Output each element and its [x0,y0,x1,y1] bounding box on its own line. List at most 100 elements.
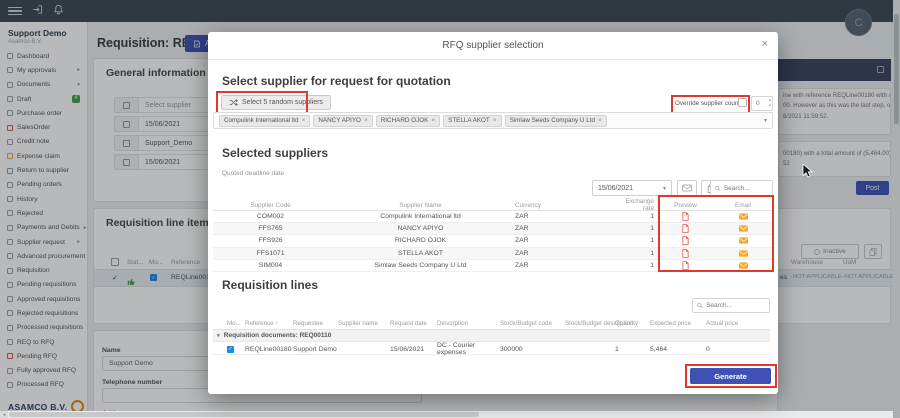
pdf-preview-icon[interactable] [658,236,713,245]
selected-suppliers-table: Supplier Code Supplier Name Currency Exc… [213,198,773,272]
line-expected-price: 5,464 [650,346,706,353]
remove-icon[interactable]: × [493,117,497,124]
currency: ZAR [513,225,613,232]
deadline-date-select[interactable]: 15/06/2021 ▾ [592,180,672,196]
override-checkbox[interactable] [738,98,747,107]
group-row[interactable]: ▾ Requisition documents: REQ00110 [213,330,770,342]
supplier-row[interactable]: FFS765 NANCY APIYO ZAR 1 [213,223,773,235]
column-header-sorted[interactable]: Reference ↑ [245,320,293,327]
remove-icon[interactable]: × [302,117,306,124]
supplier-name: NANCY APIYO [328,225,513,232]
supplier-row[interactable]: FFS926 RICHARD OJOK ZAR 1 [213,235,773,247]
line-reference: REQLine00180 [245,346,293,353]
line-quantity: 1 [615,346,650,353]
screen: C Support Demo Asamco B.V. Dashboard My … [0,0,900,418]
generate-button[interactable]: Generate [690,368,771,384]
scrollbar-thumb[interactable] [9,412,479,417]
email-all-button[interactable] [677,180,697,196]
lines-search-input[interactable] [706,302,765,309]
chip-label: Compulink International ltd [224,117,299,124]
email-icon[interactable] [713,213,773,220]
supplier-code: SIM004 [213,262,328,269]
supplier-code: FFS1071 [213,250,328,257]
exchange-rate: 1 [613,250,658,257]
collapse-icon[interactable]: ▾ [217,333,220,339]
email-icon[interactable] [713,237,773,244]
exchange-rate: 1 [613,237,658,244]
supplier-row[interactable]: COM002 Compulink International ltd ZAR 1 [213,211,773,223]
table-header-row: Supplier Code Supplier Name Currency Exc… [213,198,773,211]
column-header: Supplier name [338,320,390,327]
lines-search[interactable] [692,298,770,313]
pdf-preview-icon[interactable] [658,212,713,221]
supplier-name: Simlaw Seeds Company U Ltd [328,262,513,269]
chip-label: Simlaw Seeds Company U Ltd [510,117,595,124]
shuffle-icon [229,98,238,107]
close-icon[interactable]: × [762,38,768,50]
deadline-label: Quoted deadline date [222,170,284,177]
column-header: Mo... [227,320,245,327]
group-label: Requisition documents: REQ00110 [224,332,332,339]
horizontal-scrollbar[interactable]: ◂ [0,411,893,418]
column-header: Requestee [293,320,338,327]
column-header: Exchange rate [613,198,658,212]
remove-icon[interactable]: × [431,117,435,124]
suppliers-search[interactable] [710,180,773,196]
pdf-preview-icon[interactable] [658,249,713,258]
line-description: DC - Courier expenses [437,342,500,356]
email-icon[interactable] [713,250,773,257]
column-header: Stock/Budget description [565,320,615,327]
supplier-row[interactable]: SIM004 Simlaw Seeds Company U Ltd ZAR 1 [213,260,773,272]
supplier-name: STELLA AKOT [328,250,513,257]
supplier-code: FFS926 [213,237,328,244]
dialog-header: RFQ supplier selection × [208,32,778,60]
exchange-rate: 1 [613,213,658,220]
dialog-title: RFQ supplier selection [208,32,778,60]
exchange-rate: 1 [613,225,658,232]
scroll-left-arrow[interactable]: ◂ [0,411,8,418]
supplier-name: Compulink International ltd [328,213,513,220]
section-title-select-supplier: Select supplier for request for quotatio… [222,74,451,88]
exchange-rate: 1 [613,262,658,269]
supplier-chip: Simlaw Seeds Company U Ltd× [505,115,607,127]
search-icon [697,302,703,309]
column-header: Actual price [706,320,770,327]
search-icon [715,185,721,192]
column-header: Email [713,202,773,209]
supplier-row[interactable]: FFS1071 STELLA AKOT ZAR 1 [213,248,773,260]
chip-label: STELLA AKOT [448,117,490,124]
pdf-preview-icon[interactable] [658,224,713,233]
requisition-line-row[interactable]: ✓ REQLine00180 Support Demo 15/06/2021 D… [213,342,770,355]
override-count-value: 0 [756,100,760,107]
currency: ZAR [513,237,613,244]
deadline-date-value: 15/06/2021 [598,185,633,192]
currency: ZAR [513,213,613,220]
column-header: Preview [658,202,713,209]
supplier-name: RICHARD OJOK [328,237,513,244]
line-request-date: 15/06/2021 [390,346,437,353]
email-icon[interactable] [713,262,773,269]
select-random-suppliers-button[interactable]: Select 5 random suppliers [221,95,331,110]
envelope-icon [682,184,692,192]
remove-icon[interactable]: × [598,117,602,124]
column-header: Supplier Name [328,202,513,209]
column-header: Stock/Budget code [500,320,565,327]
override-count-input[interactable]: 0 ▴▾ [751,96,773,111]
mouse-cursor [802,164,814,178]
column-header: Currency [513,202,613,209]
column-header: Description [437,320,500,327]
section-title-requisition-lines: Requisition lines [222,278,318,292]
line-checkbox[interactable]: ✓ [227,346,234,353]
column-header: Request date [390,320,437,327]
remove-icon[interactable]: × [364,117,368,124]
table-header-row: Mo... Reference ↑ Requestee Supplier nam… [213,318,770,330]
chevron-down-icon[interactable]: ▾ [764,117,767,124]
supplier-multiselect[interactable]: Compulink International ltd× NANCY APIYO… [213,112,773,129]
override-supplier-count-label: Override supplier count [675,100,740,107]
suppliers-search-input[interactable] [724,185,768,192]
pdf-preview-icon[interactable] [658,261,713,270]
email-icon[interactable] [713,225,773,232]
supplier-code: FFS765 [213,225,328,232]
line-actual-price: 0 [706,346,770,353]
spinner-icons[interactable]: ▴▾ [769,97,771,109]
